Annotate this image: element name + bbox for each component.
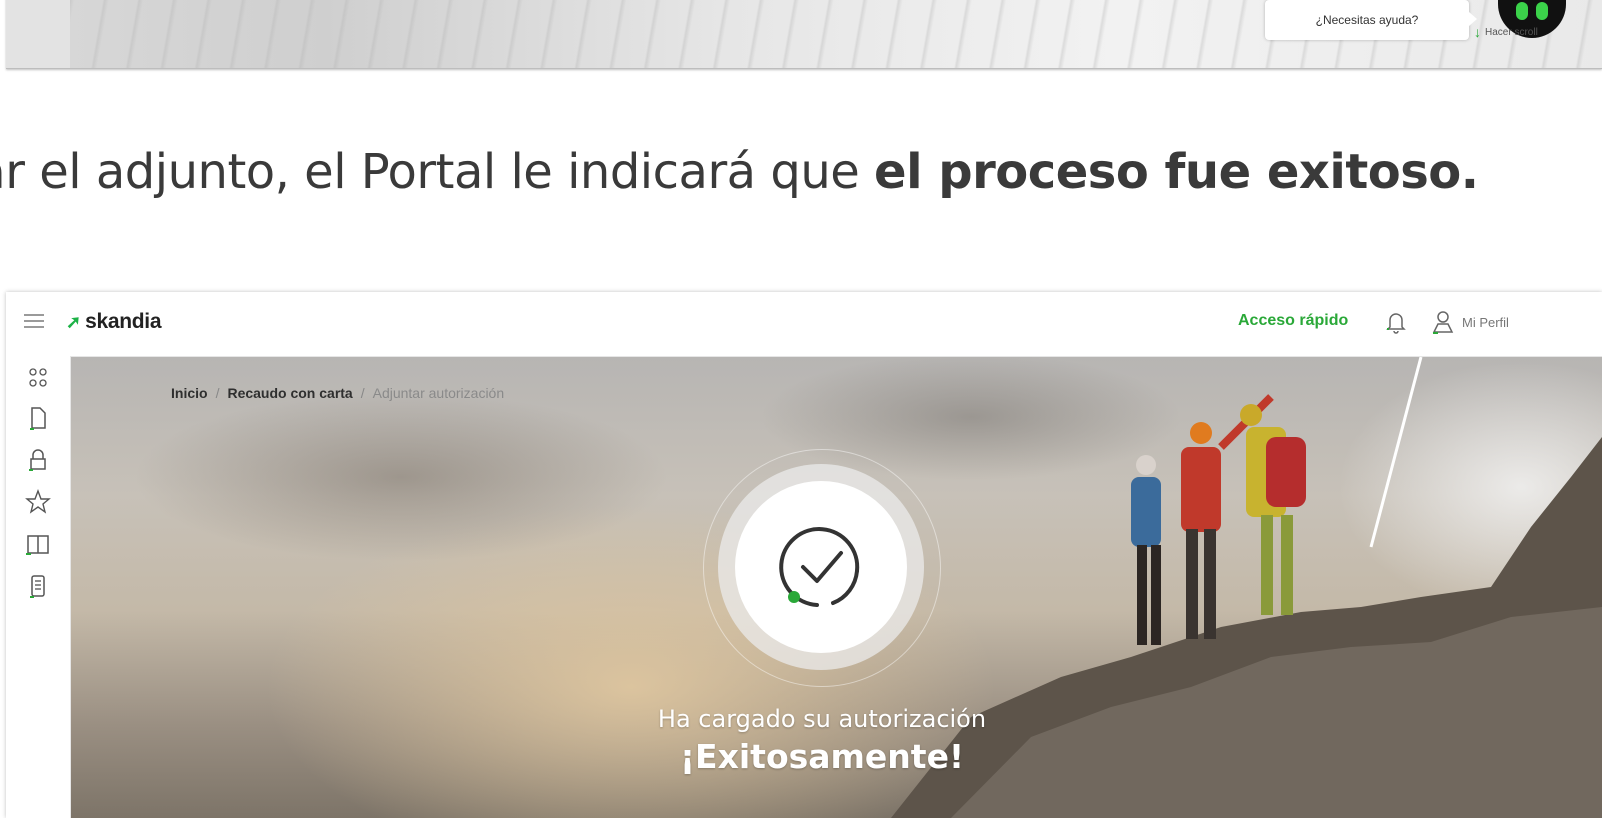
instruction-bold: el proceso fue exitoso. [874,144,1479,200]
logo-text: skandia [85,310,162,333]
breadcrumb-separator: / [215,385,220,401]
book-icon[interactable] [24,530,52,558]
hamburger-menu-icon[interactable] [24,314,44,330]
chatbot-eye-left [1516,2,1528,20]
user-icon [1432,311,1454,334]
hero-background: Inicio / Recaudo con carta / Adjuntar au… [71,357,1602,818]
success-message-line1: Ha cargado su autorización [657,705,987,733]
breadcrumb-item-recaudo[interactable]: Recaudo con carta [227,385,352,401]
chatbot-eye-right [1536,2,1548,20]
skandia-logo[interactable]: ➚ skandia [66,310,162,334]
list-document-icon[interactable] [24,572,52,600]
scroll-hint-text: Hacer scroll [1485,26,1538,38]
portal-screenshot: ➚ skandia Acceso rápido Mi Perfil Inicio… [6,292,1602,818]
breadcrumb-item-current: Adjuntar autorización [372,385,505,401]
scroll-hint: ↓ Hacer scroll [1474,24,1538,40]
success-message-line2: ¡Exitosamente! [679,737,964,776]
lock-icon[interactable] [24,446,52,474]
check-circle-icon [779,527,860,607]
previous-screenshot-sidebar [6,0,70,68]
instruction-prefix: rgar el adjunto, el Portal le indicará q… [0,144,875,200]
bell-icon[interactable] [1382,308,1410,336]
arrow-down-icon: ↓ [1474,24,1481,40]
profile-menu[interactable]: Mi Perfil [1430,308,1509,336]
help-bubble[interactable]: ¿Necesitas ayuda? [1265,0,1477,40]
sidebar [6,356,71,818]
breadcrumb: Inicio / Recaudo con carta / Adjuntar au… [171,385,504,401]
profile-label: Mi Perfil [1462,314,1509,330]
instruction-text: rgar el adjunto, el Portal le indicará q… [0,144,1479,200]
portal-header: ➚ skandia Acceso rápido Mi Perfil [6,292,1602,357]
people-icon[interactable] [24,364,52,392]
quick-access-link[interactable]: Acceso rápido [1238,312,1348,330]
star-icon[interactable] [24,488,52,516]
breadcrumb-item-inicio[interactable]: Inicio [171,385,208,401]
help-bubble-text: ¿Necesitas ayuda? [1315,13,1419,27]
skandia-arrow-icon: ➚ [66,311,82,332]
breadcrumb-separator: / [360,385,365,401]
document-icon[interactable] [24,404,52,432]
